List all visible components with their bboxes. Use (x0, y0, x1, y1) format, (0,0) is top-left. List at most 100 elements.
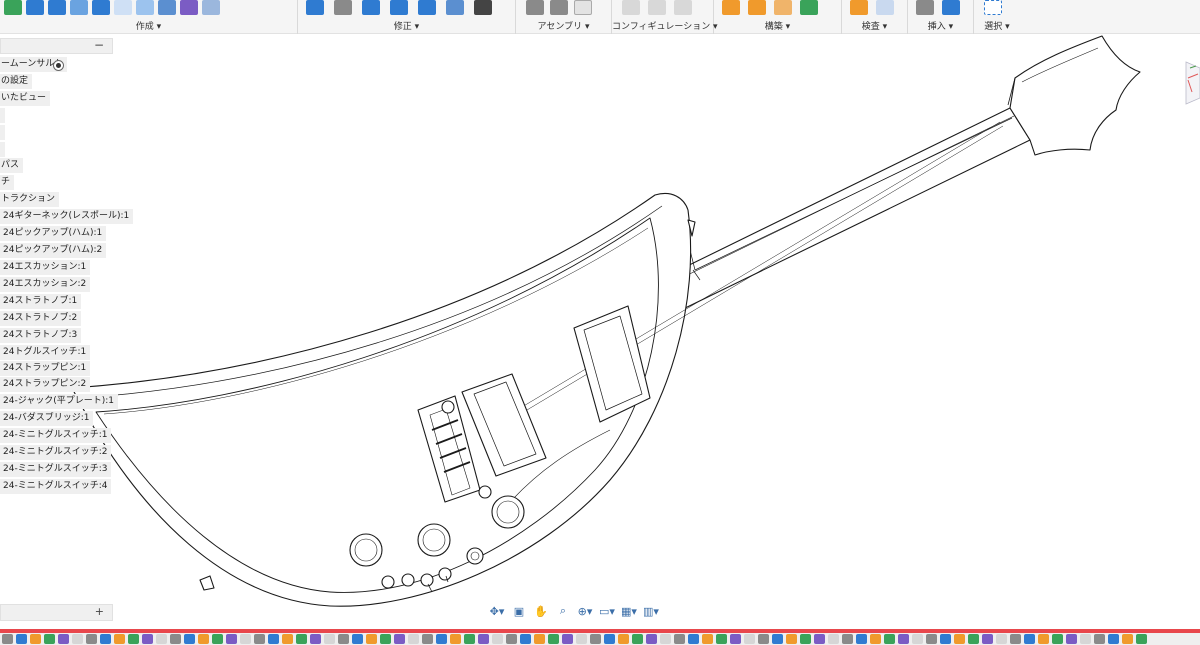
timeline-feature-icon[interactable] (100, 634, 111, 644)
timeline-feature-icon[interactable] (996, 634, 1007, 644)
timeline-feature-icon[interactable] (212, 634, 223, 644)
browser-item-blank-2[interactable] (0, 125, 5, 140)
browser-item-sketches[interactable]: チ (0, 175, 15, 190)
timeline-feature-icon[interactable] (618, 634, 629, 644)
active-document-radio-icon[interactable] (53, 60, 64, 71)
timeline-feature-icon[interactable] (1080, 634, 1091, 644)
browser-item-component[interactable]: 24ストラップピン:2 (0, 377, 91, 392)
timeline-feature-icon[interactable] (1038, 634, 1049, 644)
timeline-feature-icon[interactable] (814, 634, 825, 644)
design-timeline[interactable] (0, 633, 1200, 645)
timeline-feature-icon[interactable] (702, 634, 713, 644)
timeline-feature-icon[interactable] (730, 634, 741, 644)
timeline-feature-icon[interactable] (254, 634, 265, 644)
timeline-feature-icon[interactable] (2, 634, 13, 644)
timeline-feature-icon[interactable] (72, 634, 83, 644)
timeline-feature-icon[interactable] (744, 634, 755, 644)
timeline-feature-icon[interactable] (1052, 634, 1063, 644)
timeline-feature-icon[interactable] (926, 634, 937, 644)
browser-item-component[interactable]: 24トグルスイッチ:1 (0, 345, 91, 360)
timeline-feature-icon[interactable] (44, 634, 55, 644)
timeline-feature-icon[interactable] (478, 634, 489, 644)
timeline-feature-icon[interactable] (422, 634, 433, 644)
timeline-feature-icon[interactable] (758, 634, 769, 644)
browser-item-named-views[interactable]: いたビュー (0, 91, 51, 106)
browser-item-blank-1[interactable] (0, 108, 5, 123)
browser-item-settings[interactable]: の設定 (0, 74, 33, 89)
timeline-feature-icon[interactable] (940, 634, 951, 644)
timeline-feature-icon[interactable] (562, 634, 573, 644)
viewcube[interactable] (1172, 58, 1200, 106)
timeline-feature-icon[interactable] (1122, 634, 1133, 644)
timeline-feature-icon[interactable] (898, 634, 909, 644)
timeline-feature-icon[interactable] (786, 634, 797, 644)
browser-item-paths[interactable]: パス (0, 158, 24, 173)
timeline-feature-icon[interactable] (226, 634, 237, 644)
pan-icon[interactable]: ✋ (532, 605, 550, 618)
timeline-feature-icon[interactable] (1010, 634, 1021, 644)
timeline-feature-icon[interactable] (604, 634, 615, 644)
timeline-feature-icon[interactable] (772, 634, 783, 644)
browser-item-component[interactable]: 24-ミニトグルスイッチ:3 (0, 462, 112, 477)
timeline-feature-icon[interactable] (142, 634, 153, 644)
timeline-feature-icon[interactable] (198, 634, 209, 644)
timeline-feature-icon[interactable] (338, 634, 349, 644)
orbit-icon[interactable]: ✥▾ (488, 605, 506, 618)
browser-item-component[interactable]: 24-ミニトグルスイッチ:2 (0, 445, 112, 460)
timeline-feature-icon[interactable] (394, 634, 405, 644)
timeline-feature-icon[interactable] (968, 634, 979, 644)
timeline-feature-icon[interactable] (688, 634, 699, 644)
timeline-feature-icon[interactable] (30, 634, 41, 644)
timeline-feature-icon[interactable] (982, 634, 993, 644)
timeline-feature-icon[interactable] (534, 634, 545, 644)
timeline-feature-icon[interactable] (380, 634, 391, 644)
timeline-feature-icon[interactable] (324, 634, 335, 644)
timeline-feature-icon[interactable] (352, 634, 363, 644)
timeline-feature-icon[interactable] (632, 634, 643, 644)
timeline-feature-icon[interactable] (296, 634, 307, 644)
browser-item-component[interactable]: 24ストラトノブ:1 (0, 294, 82, 309)
timeline-feature-icon[interactable] (436, 634, 447, 644)
browser-item-component[interactable]: 24ギターネック(レスポール):1 (0, 209, 134, 224)
timeline-feature-icon[interactable] (268, 634, 279, 644)
browser-item-component[interactable]: 24エスカッション:1 (0, 260, 91, 275)
timeline-feature-icon[interactable] (464, 634, 475, 644)
collapse-browser-button[interactable]: − (94, 38, 104, 52)
timeline-feature-icon[interactable] (660, 634, 671, 644)
timeline-feature-icon[interactable] (912, 634, 923, 644)
timeline-feature-icon[interactable] (646, 634, 657, 644)
timeline-feature-icon[interactable] (240, 634, 251, 644)
grid-icon[interactable]: ▦▾ (620, 605, 638, 618)
design-canvas[interactable] (0, 0, 1200, 645)
timeline-feature-icon[interactable] (842, 634, 853, 644)
timeline-feature-icon[interactable] (184, 634, 195, 644)
timeline-feature-icon[interactable] (870, 634, 881, 644)
browser-item-component[interactable]: 24ピックアップ(ハム):2 (0, 243, 107, 258)
timeline-feature-icon[interactable] (1066, 634, 1077, 644)
browser-item-component[interactable]: 24ストラップピン:1 (0, 361, 91, 376)
browser-item-component[interactable]: 24-バダスブリッジ:1 (0, 411, 94, 426)
timeline-feature-icon[interactable] (1108, 634, 1119, 644)
timeline-feature-icon[interactable] (520, 634, 531, 644)
timeline-feature-icon[interactable] (828, 634, 839, 644)
look-at-icon[interactable]: ▣ (510, 605, 528, 618)
browser-item-component[interactable]: 24-ミニトグルスイッチ:4 (0, 479, 112, 494)
timeline-feature-icon[interactable] (1136, 634, 1147, 644)
timeline-feature-icon[interactable] (282, 634, 293, 644)
browser-item-component[interactable]: 24ストラトノブ:3 (0, 328, 82, 343)
browser-item-component[interactable]: 24ストラトノブ:2 (0, 311, 82, 326)
timeline-feature-icon[interactable] (506, 634, 517, 644)
timeline-feature-icon[interactable] (548, 634, 559, 644)
browser-item-component[interactable]: 24-ミニトグルスイッチ:1 (0, 428, 112, 443)
viewports-icon[interactable]: ▥▾ (642, 605, 660, 618)
timeline-feature-icon[interactable] (590, 634, 601, 644)
zoom-icon[interactable]: ⌕ (554, 604, 572, 618)
expand-comments-button[interactable]: + (95, 605, 104, 618)
browser-item-component[interactable]: 24ピックアップ(ハム):1 (0, 226, 107, 241)
browser-item-component[interactable]: 24エスカッション:2 (0, 277, 91, 292)
timeline-feature-icon[interactable] (884, 634, 895, 644)
browser-item-component[interactable]: 24-ジャック(平プレート):1 (0, 394, 119, 409)
timeline-feature-icon[interactable] (800, 634, 811, 644)
timeline-feature-icon[interactable] (954, 634, 965, 644)
timeline-feature-icon[interactable] (492, 634, 503, 644)
